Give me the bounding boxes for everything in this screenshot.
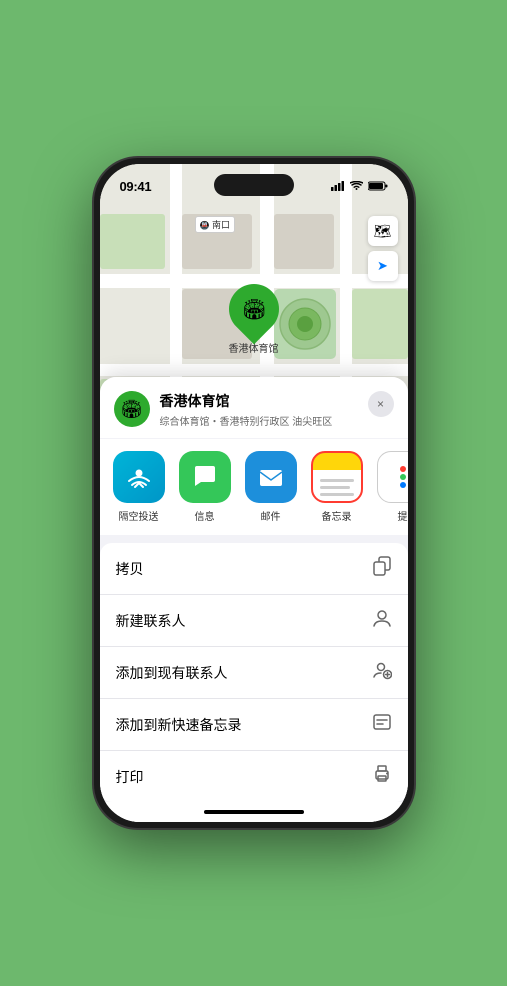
bottom-sheet: 🏟 香港体育馆 综合体育馆・香港特别行政区 油尖旺区 ×	[100, 377, 408, 822]
mail-icon-box	[245, 451, 297, 503]
venue-emoji: 🏟	[120, 399, 143, 420]
map-view-button[interactable]: 🗺	[368, 216, 398, 246]
add-contact-label: 添加到现有联系人	[116, 663, 228, 683]
print-label: 打印	[116, 767, 144, 787]
home-indicator	[100, 802, 408, 822]
map-north-exit-label: 🚇 南口	[195, 216, 236, 233]
location-pin: 🏟 香港体育馆	[229, 284, 279, 355]
messages-label: 信息	[195, 508, 215, 523]
mail-icon	[257, 463, 285, 491]
share-row: 隔空投送 信息	[100, 439, 408, 535]
battery-icon	[368, 181, 388, 191]
status-icons	[331, 181, 388, 191]
new-contact-label: 新建联系人	[116, 611, 186, 631]
action-new-contact[interactable]: 新建联系人	[100, 595, 408, 647]
notes-icon-box	[311, 451, 363, 503]
airdrop-label: 隔空投送	[119, 508, 159, 523]
phone-frame: 09:41	[94, 158, 414, 828]
mail-label: 邮件	[261, 508, 281, 523]
pin-icon: 🏟	[241, 297, 266, 322]
dynamic-island	[214, 174, 294, 196]
share-item-mail[interactable]: 邮件	[242, 451, 300, 523]
quick-note-icon	[372, 712, 392, 737]
airdrop-icon	[125, 463, 153, 491]
action-add-contact[interactable]: 添加到现有联系人	[100, 647, 408, 699]
map-controls[interactable]: 🗺 ➤	[368, 216, 398, 281]
share-item-notes[interactable]: 备忘录	[308, 451, 366, 523]
new-contact-icon	[372, 608, 392, 633]
print-icon	[372, 764, 392, 789]
notes-label: 备忘录	[322, 508, 352, 523]
copy-label: 拷贝	[116, 559, 144, 579]
messages-icon-box	[179, 451, 231, 503]
quick-note-label: 添加到新快速备忘录	[116, 715, 242, 735]
airdrop-icon-box	[113, 451, 165, 503]
messages-icon	[191, 463, 219, 491]
share-item-more[interactable]: 提	[374, 451, 408, 523]
venue-name: 香港体育馆	[160, 391, 358, 411]
location-venue-icon: 🏟	[114, 391, 150, 427]
add-contact-icon	[372, 660, 392, 685]
location-arrow-icon: ➤	[377, 258, 388, 274]
map-icon: 🗺	[374, 223, 392, 240]
action-quick-note[interactable]: 添加到新快速备忘录	[100, 699, 408, 751]
action-copy[interactable]: 拷贝	[100, 543, 408, 595]
more-dots-icon	[400, 466, 406, 488]
map-label-text: 南口	[212, 220, 230, 230]
more-icon-box	[377, 451, 408, 503]
signal-icon	[331, 181, 345, 191]
notes-lines	[315, 475, 359, 496]
location-button[interactable]: ➤	[368, 251, 398, 281]
status-time: 09:41	[120, 179, 152, 194]
phone-screen: 09:41	[100, 164, 408, 822]
action-print[interactable]: 打印	[100, 751, 408, 802]
actions-list: 拷贝 新建联系人	[100, 543, 408, 802]
location-info: 香港体育馆 综合体育馆・香港特别行政区 油尖旺区	[160, 391, 358, 428]
location-header: 🏟 香港体育馆 综合体育馆・香港特别行政区 油尖旺区 ×	[100, 377, 408, 438]
pin-circle: 🏟	[218, 274, 289, 345]
share-item-messages[interactable]: 信息	[176, 451, 234, 523]
home-bar	[204, 810, 304, 814]
copy-icon	[372, 556, 392, 581]
close-button[interactable]: ×	[368, 391, 394, 417]
more-label: 提	[398, 508, 408, 523]
venue-subtitle: 综合体育馆・香港特别行政区 油尖旺区	[160, 413, 358, 428]
share-item-airdrop[interactable]: 隔空投送	[110, 451, 168, 523]
wifi-icon	[350, 181, 363, 191]
